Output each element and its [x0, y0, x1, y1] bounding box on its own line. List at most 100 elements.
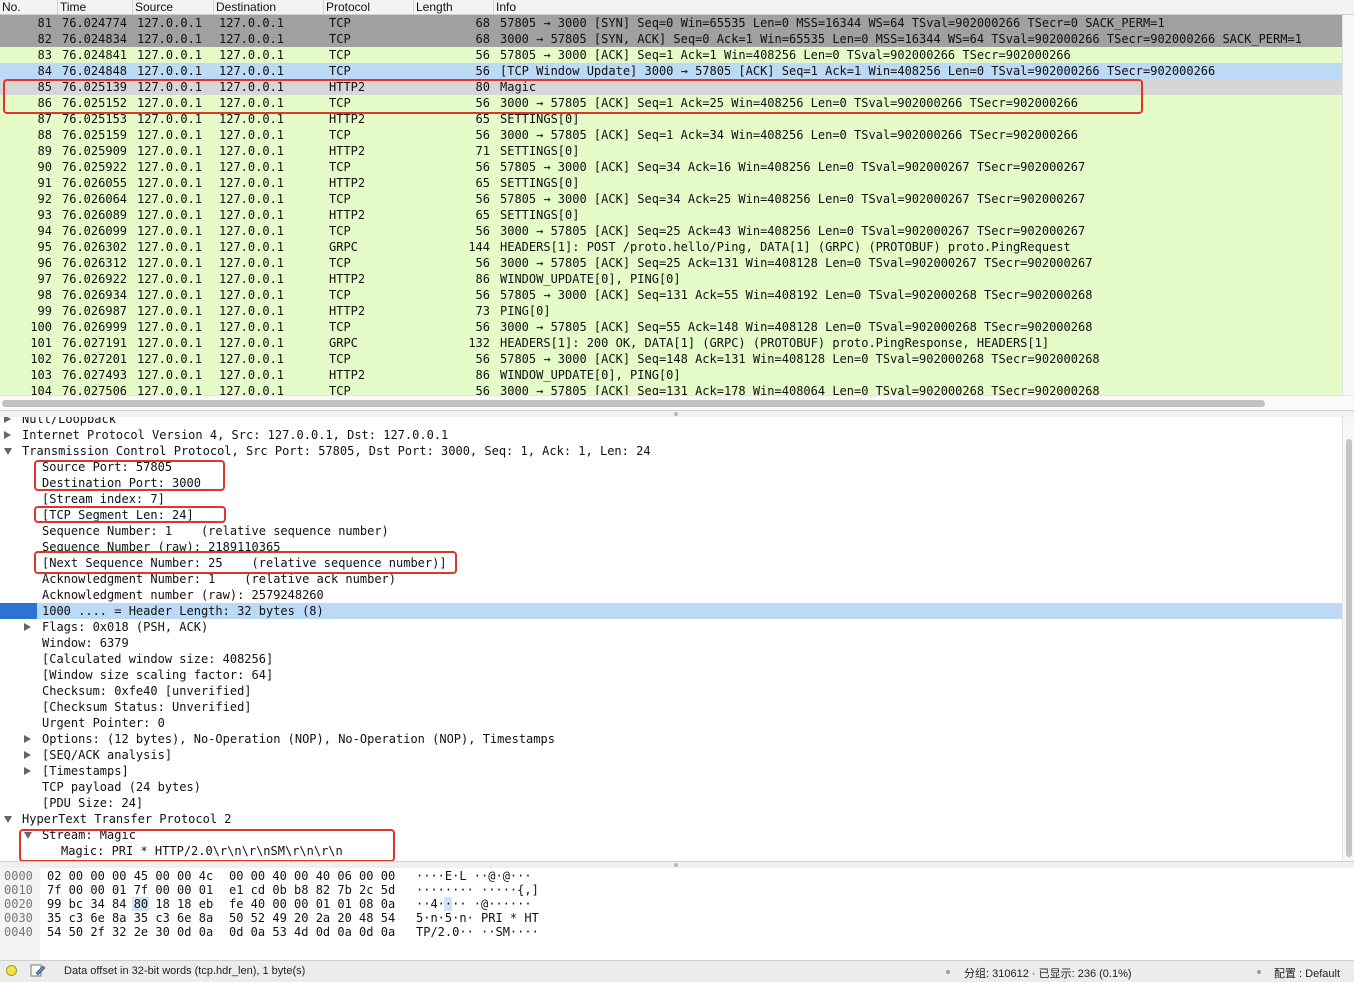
detail-tree-item[interactable]: [TCP Segment Len: 24] [0, 507, 1343, 523]
expanded-triangle-icon[interactable] [4, 448, 12, 455]
byte-hex-group-a[interactable]: 7f 00 00 01 7f 00 00 01 [47, 883, 213, 897]
packet-row[interactable]: 94 76.026099 127.0.0.1 127.0.0.1 TCP 56 3000 →… [0, 223, 1343, 239]
column-header-info[interactable]: Info [494, 0, 1354, 14]
detail-tree-item[interactable]: TCP payload (24 bytes) [0, 779, 1343, 795]
collapsed-triangle-icon[interactable] [4, 417, 11, 423]
byte-hex-group-a[interactable]: 35 c3 6e 8a 35 c3 6e 8a [47, 911, 213, 925]
detail-tree-item[interactable]: Acknowledgment number (raw): 2579248260 [0, 587, 1343, 603]
detail-item-text: Sequence Number: 1 (relative sequence nu… [42, 524, 389, 538]
packet-row[interactable]: 102 76.027201 127.0.0.1 127.0.0.1 TCP 56 57805… [0, 351, 1343, 367]
packet-row[interactable]: 92 76.026064 127.0.0.1 127.0.0.1 TCP 56 57805 … [0, 191, 1343, 207]
packet-row[interactable]: 84 76.024848 127.0.0.1 127.0.0.1 TCP 56 [TCP W… [0, 63, 1343, 79]
byte-hex-group-a[interactable]: 02 00 00 00 45 00 00 4c [47, 869, 213, 883]
detail-tree-item[interactable]: Sequence Number: 1 (relative sequence nu… [0, 523, 1343, 539]
detail-tree-item[interactable]: [Next Sequence Number: 25 (relative sequ… [0, 555, 1343, 571]
collapsed-triangle-icon[interactable] [24, 767, 31, 775]
packet-destination: 127.0.0.1 [219, 80, 285, 94]
collapsed-triangle-icon[interactable] [24, 623, 31, 631]
packet-row[interactable]: 93 76.026089 127.0.0.1 127.0.0.1 HTTP2 65 SETT… [0, 207, 1343, 223]
expanded-triangle-icon[interactable] [24, 832, 32, 839]
byte-hex-group-b[interactable]: 00 00 40 00 40 06 00 00 [229, 869, 395, 883]
byte-ascii[interactable]: ··4···· ·@······ [416, 897, 532, 911]
byte-ascii[interactable]: 5·n·5·n· PRI * HT [416, 911, 539, 925]
detail-tree-item[interactable]: Transmission Control Protocol, Src Port:… [0, 443, 1343, 459]
detail-tree-item[interactable]: Internet Protocol Version 4, Src: 127.0.… [0, 427, 1343, 443]
packet-row[interactable]: 89 76.025909 127.0.0.1 127.0.0.1 HTTP2 71 SETT… [0, 143, 1343, 159]
packet-row[interactable]: 97 76.026922 127.0.0.1 127.0.0.1 HTTP2 86 WIND… [0, 271, 1343, 287]
packet-protocol: HTTP2 [329, 368, 366, 382]
status-profile[interactable]: 配置 : Default [1274, 965, 1340, 981]
byte-hex-group-a[interactable]: 99 bc 34 84 80 18 18 eb [47, 897, 213, 911]
packet-details-pane[interactable]: Null/Loopback Internet Protocol Version 4… [0, 417, 1354, 861]
collapsed-triangle-icon[interactable] [24, 751, 31, 759]
packet-row[interactable]: 86 76.025152 127.0.0.1 127.0.0.1 TCP 56 3000 →… [0, 95, 1343, 111]
column-header-no[interactable]: No. [0, 0, 58, 14]
packet-row[interactable]: 83 76.024841 127.0.0.1 127.0.0.1 TCP 56 57805 … [0, 47, 1343, 63]
collapsed-triangle-icon[interactable] [4, 431, 11, 439]
detail-tree-item[interactable]: Options: (12 bytes), No-Operation (NOP),… [0, 731, 1343, 747]
edit-capture-comment-icon[interactable] [30, 963, 46, 978]
detail-tree-item[interactable]: [Calculated window size: 408256] [0, 651, 1343, 667]
collapsed-triangle-icon[interactable] [24, 735, 31, 743]
detail-tree-item[interactable]: [Stream index: 7] [0, 491, 1343, 507]
byte-hex-group-b[interactable]: 0d 0a 53 4d 0d 0a 0d 0a [229, 925, 395, 939]
packet-destination: 127.0.0.1 [219, 208, 285, 222]
packet-bytes-pane[interactable]: 0000 02 00 00 00 45 00 00 4c 00 00 40 00 4… [0, 868, 1354, 960]
detail-tree-item[interactable]: Destination Port: 3000 [0, 475, 1343, 491]
detail-tree-item[interactable]: Urgent Pointer: 0 [0, 715, 1343, 731]
packet-row[interactable]: 100 76.026999 127.0.0.1 127.0.0.1 TCP 56 3000 … [0, 319, 1343, 335]
packet-time: 76.024848 [62, 64, 128, 78]
detail-tree-item[interactable]: Null/Loopback [0, 417, 1343, 427]
byte-hex-group-b[interactable]: fe 40 00 00 01 01 08 0a [229, 897, 395, 911]
detail-tree-item[interactable]: Sequence Number (raw): 2189110365 [0, 539, 1343, 555]
detail-item-text: Sequence Number (raw): 2189110365 [42, 540, 281, 554]
detail-tree-item[interactable]: 1000 .... = Header Length: 32 bytes (8) [0, 603, 1343, 619]
packet-row[interactable]: 99 76.026987 127.0.0.1 127.0.0.1 HTTP2 73 PING… [0, 303, 1343, 319]
details-scroll-thumb[interactable] [1346, 439, 1352, 857]
packet-row[interactable]: 85 76.025139 127.0.0.1 127.0.0.1 HTTP2 80 Magi… [0, 79, 1343, 95]
detail-tree-item[interactable]: Window: 6379 [0, 635, 1343, 651]
packet-row[interactable]: 81 76.024774 127.0.0.1 127.0.0.1 TCP 68 57805 … [0, 15, 1343, 31]
packet-row[interactable]: 87 76.025153 127.0.0.1 127.0.0.1 HTTP2 65 SETT… [0, 111, 1343, 127]
column-header-protocol[interactable]: Protocol [324, 0, 414, 14]
expanded-triangle-icon[interactable] [4, 816, 12, 823]
column-header-time[interactable]: Time [58, 0, 133, 14]
column-header-source[interactable]: Source [133, 0, 214, 14]
packet-list-vertical-scrollbar[interactable] [1342, 15, 1354, 395]
byte-hex-group-b[interactable]: 50 52 49 20 2a 20 48 54 [229, 911, 395, 925]
packet-row[interactable]: 98 76.026934 127.0.0.1 127.0.0.1 TCP 56 57805 … [0, 287, 1343, 303]
packet-row[interactable]: 96 76.026312 127.0.0.1 127.0.0.1 TCP 56 3000 →… [0, 255, 1343, 271]
detail-tree-item[interactable]: [Checksum Status: Unverified] [0, 699, 1343, 715]
packet-row[interactable]: 88 76.025159 127.0.0.1 127.0.0.1 TCP 56 3000 →… [0, 127, 1343, 143]
detail-tree-item[interactable]: Stream: Magic [0, 827, 1343, 843]
column-header-destination[interactable]: Destination [214, 0, 324, 14]
detail-tree-item[interactable]: Acknowledgment Number: 1 (relative ack n… [0, 571, 1343, 587]
byte-ascii[interactable]: ····E·L ··@·@··· [416, 869, 532, 883]
packet-list-pane[interactable]: No. Time Source Destination Protocol Len… [0, 0, 1354, 410]
detail-tree-item[interactable]: HyperText Transfer Protocol 2 [0, 811, 1343, 827]
packet-row[interactable]: 91 76.026055 127.0.0.1 127.0.0.1 HTTP2 65 SETT… [0, 175, 1343, 191]
details-vertical-scrollbar[interactable] [1342, 417, 1354, 861]
detail-tree-item[interactable]: Checksum: 0xfe40 [unverified] [0, 683, 1343, 699]
packet-row[interactable]: 103 76.027493 127.0.0.1 127.0.0.1 HTTP2 86 WIN… [0, 367, 1343, 383]
column-header-length[interactable]: Length [414, 0, 494, 14]
packet-row[interactable]: 90 76.025922 127.0.0.1 127.0.0.1 TCP 56 57805 … [0, 159, 1343, 175]
byte-hex-group-b[interactable]: e1 cd 0b b8 82 7b 2c 5d [229, 883, 395, 897]
byte-hex-group-a[interactable]: 54 50 2f 32 2e 30 0d 0a [47, 925, 213, 939]
byte-ascii[interactable]: TP/2.0·· ··SM···· [416, 925, 539, 939]
detail-tree-item[interactable]: Source Port: 57805 [0, 459, 1343, 475]
detail-tree-item[interactable]: [Timestamps] [0, 763, 1343, 779]
expert-info-led-icon[interactable] [6, 965, 17, 976]
packet-row[interactable]: 82 76.024834 127.0.0.1 127.0.0.1 TCP 68 3000 →… [0, 31, 1343, 47]
packet-list-header[interactable]: No. Time Source Destination Protocol Len… [0, 0, 1354, 15]
detail-tree-item[interactable]: [Window size scaling factor: 64] [0, 667, 1343, 683]
packet-row[interactable]: 95 76.026302 127.0.0.1 127.0.0.1 GRPC 144 HEAD… [0, 239, 1343, 255]
detail-tree-item[interactable]: [PDU Size: 24] [0, 795, 1343, 811]
detail-tree-item[interactable]: Magic: PRI * HTTP/2.0\r\n\r\nSM\r\n\r\n [0, 843, 1343, 859]
detail-tree-item[interactable]: [SEQ/ACK analysis] [0, 747, 1343, 763]
detail-tree-item[interactable]: Flags: 0x018 (PSH, ACK) [0, 619, 1343, 635]
packet-row[interactable]: 101 76.027191 127.0.0.1 127.0.0.1 GRPC 132 HEA… [0, 335, 1343, 351]
horizontal-scroll-thumb[interactable] [2, 400, 1265, 407]
packet-list-horizontal-scrollbar[interactable] [0, 395, 1354, 410]
byte-ascii[interactable]: ········ ·····{,] [416, 883, 539, 897]
